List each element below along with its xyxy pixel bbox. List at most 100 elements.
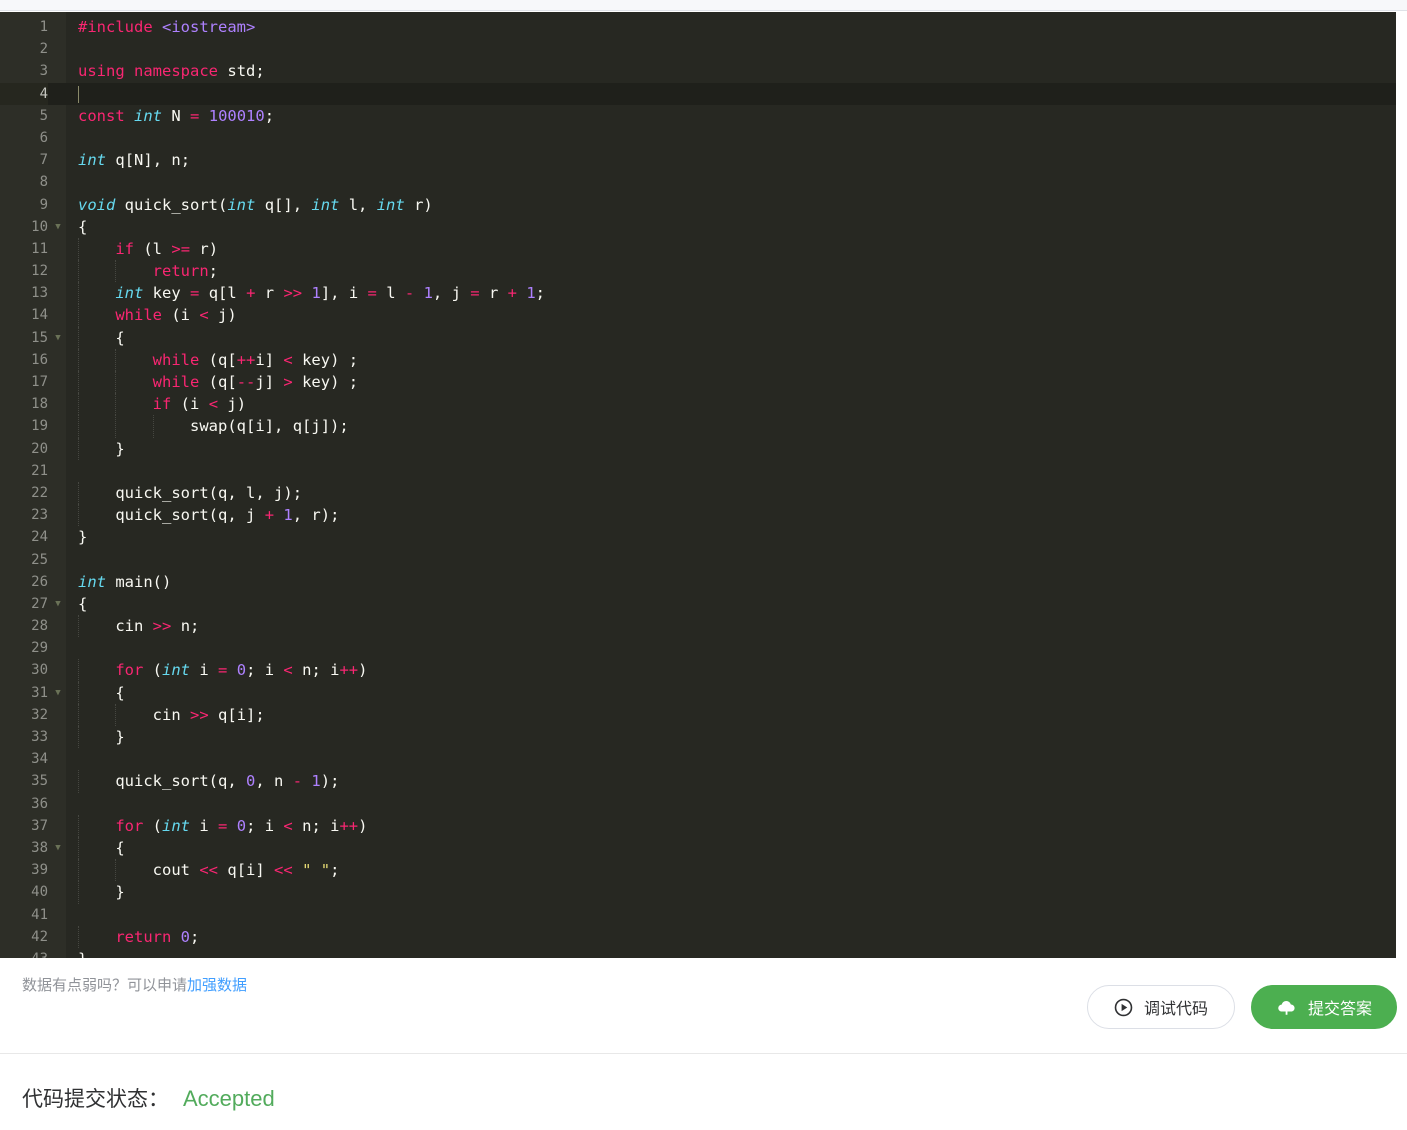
section-divider	[0, 1053, 1407, 1054]
line-number: 21	[0, 459, 48, 482]
code-text: cin >> q[i];	[152, 705, 265, 724]
line-number: 20	[0, 437, 48, 460]
cloud-upload-icon	[1276, 997, 1297, 1018]
code-text: while (q[++i] < key) ;	[152, 350, 359, 369]
code-line[interactable]: 26 int main()	[0, 570, 1396, 593]
code-text: return;	[152, 262, 218, 281]
submit-answer-label: 提交答案	[1307, 1001, 1372, 1018]
code-text: {	[78, 217, 88, 236]
line-number: 40	[0, 881, 48, 904]
code-line[interactable]: 39 cout << q[i] << " ";	[0, 859, 1396, 882]
code-line[interactable]: 8	[0, 171, 1396, 194]
line-number: 14	[0, 304, 48, 327]
code-text: for (int i = 0; i < n; i++)	[115, 816, 368, 835]
fold-arrow-icon[interactable]: ▼	[52, 216, 64, 238]
play-circle-icon	[1114, 998, 1133, 1017]
line-number: 37	[0, 814, 48, 837]
code-line[interactable]: 24}	[0, 526, 1396, 549]
line-number: 39	[0, 859, 48, 882]
code-line[interactable]: 2	[0, 38, 1396, 61]
code-text: void quick_sort(int q[], int l, int r)	[78, 195, 433, 214]
code-line[interactable]: 3 using namespace std;	[0, 60, 1396, 83]
code-line[interactable]: 1 #include <iostream>	[0, 16, 1396, 39]
fold-arrow-icon[interactable]: ▼	[52, 682, 64, 704]
code-line[interactable]: 20 }	[0, 437, 1396, 460]
code-line[interactable]: 36	[0, 792, 1396, 815]
code-line[interactable]: 35 quick_sort(q, 0, n - 1);	[0, 770, 1396, 793]
code-line[interactable]: 41	[0, 903, 1396, 926]
footer-button-row: 调试代码 提交答案	[1086, 985, 1397, 1029]
line-number: 11	[0, 237, 48, 261]
line-number: 22	[0, 481, 48, 505]
code-line[interactable]: 5 const int N = 100010;	[0, 104, 1396, 127]
code-line[interactable]: 11 if (l >= r)	[0, 237, 1396, 261]
code-text: }	[78, 528, 88, 547]
line-number: 34	[0, 748, 48, 771]
code-line[interactable]: 16 while (q[++i] < key) ;	[0, 348, 1396, 371]
code-line[interactable]: 31 ▼ {	[0, 681, 1396, 704]
code-line[interactable]: 10 ▼ {	[0, 215, 1396, 238]
code-line[interactable]: 12 return;	[0, 260, 1396, 283]
code-text: int q[N], n;	[78, 151, 191, 170]
fold-arrow-icon[interactable]: ▼	[52, 593, 64, 615]
code-line[interactable]: 25	[0, 548, 1396, 571]
code-text: for (int i = 0; i < n; i++)	[115, 661, 368, 680]
code-line[interactable]: 32 cin >> q[i];	[0, 703, 1396, 726]
code-line[interactable]: 37 for (int i = 0; i < n; i++)	[0, 814, 1396, 837]
code-line[interactable]: 34	[0, 748, 1396, 771]
line-number: 15	[0, 326, 48, 349]
line-number: 26	[0, 570, 48, 593]
debug-code-button[interactable]: 调试代码	[1086, 985, 1235, 1029]
line-number: 13	[0, 282, 48, 305]
code-line[interactable]: 33 }	[0, 726, 1396, 749]
code-line[interactable]: 22 quick_sort(q, l, j);	[0, 481, 1396, 505]
code-line[interactable]: 21	[0, 459, 1396, 482]
code-line[interactable]: 42 return 0;	[0, 925, 1396, 948]
code-line[interactable]: 38 ▼ {	[0, 836, 1396, 860]
code-text: }	[78, 883, 125, 902]
code-line[interactable]: 4	[0, 82, 1396, 105]
code-line[interactable]: 13 int key = q[l + r >> 1], i = l - 1, j…	[0, 282, 1396, 305]
code-line[interactable]: 14 while (i < j)	[0, 304, 1396, 327]
code-line[interactable]: 7 int q[N], n;	[0, 149, 1396, 172]
code-line[interactable]: 6	[0, 126, 1396, 150]
line-number: 12	[0, 260, 48, 283]
code-line[interactable]: 28 cin >> n;	[0, 615, 1396, 638]
code-line[interactable]: 23 quick_sort(q, j + 1, r);	[0, 504, 1396, 527]
code-line[interactable]: 40 }	[0, 881, 1396, 904]
line-number: 9	[0, 193, 48, 216]
code-line[interactable]: 9 void quick_sort(int q[], int l, int r)	[0, 193, 1396, 216]
code-editor[interactable]: 1 #include <iostream> 2 3 using namespace st…	[0, 12, 1396, 958]
line-number: 1	[0, 16, 48, 39]
request-stronger-data-link[interactable]: 加强数据	[187, 977, 247, 994]
code-text: int key = q[l + r >> 1], i = l - 1, j = …	[115, 284, 546, 303]
weak-data-hint: 数据有点弱吗？可以申请加强数据	[22, 974, 247, 995]
code-text: {	[78, 683, 125, 702]
code-line[interactable]: 18 if (i < j)	[0, 393, 1396, 416]
code-line[interactable]: 30 for (int i = 0; i < n; i++)	[0, 659, 1396, 682]
line-number: 17	[0, 371, 48, 394]
line-number: 43	[0, 947, 48, 958]
line-number: 29	[0, 637, 48, 660]
fold-arrow-icon[interactable]: ▼	[52, 327, 64, 349]
code-text: }	[78, 948, 87, 958]
code-line[interactable]: 29	[0, 637, 1396, 660]
editor-footer: 数据有点弱吗？可以申请加强数据 调试代码 提交答案	[0, 958, 1407, 1053]
code-text: #include <iostream>	[78, 18, 256, 36]
code-line[interactable]: 15 ▼ {	[0, 326, 1396, 349]
line-number: 23	[0, 504, 48, 527]
code-text: }	[78, 728, 125, 746]
text-cursor	[78, 85, 79, 103]
weak-data-hint-text: 数据有点弱吗？可以申请	[22, 977, 188, 994]
code-text: while (i < j)	[115, 306, 237, 325]
fold-arrow-icon[interactable]: ▼	[52, 837, 64, 859]
submission-status-label: 代码提交状态：	[22, 1088, 169, 1111]
line-number: 4	[0, 82, 48, 105]
submit-answer-button[interactable]: 提交答案	[1250, 985, 1397, 1029]
code-text: using namespace std;	[78, 62, 265, 81]
code-line[interactable]: 27 ▼ {	[0, 592, 1396, 616]
code-line[interactable]: 17 while (q[--j] > key) ;	[0, 371, 1396, 394]
line-number: 18	[0, 393, 48, 416]
code-line[interactable]: 19 swap(q[i], q[j]);	[0, 415, 1396, 438]
code-line[interactable]: 43}	[0, 947, 1396, 958]
